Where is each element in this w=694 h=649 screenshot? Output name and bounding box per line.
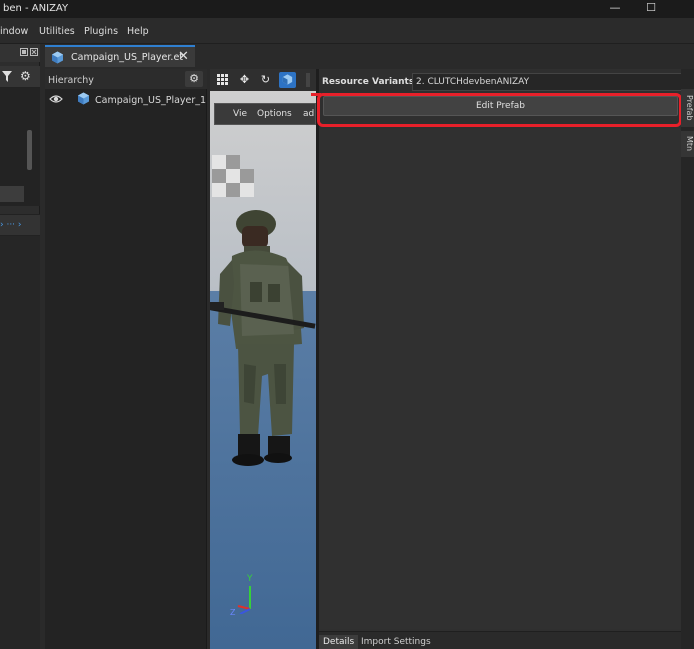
- details-panel: Resource Variants (2) 2. CLUTCHdevbenANI…: [311, 69, 694, 649]
- side-tabs: Prefab Mtn: [681, 69, 694, 649]
- viewport-menu: Vie Options ad: [214, 103, 316, 125]
- resource-variant-value: 2. CLUTCHdevbenANIZAY: [416, 77, 530, 87]
- close-icon[interactable]: [30, 48, 38, 56]
- viewport-toolbar: ✥ ↻: [210, 69, 316, 91]
- float-icon[interactable]: [20, 48, 28, 56]
- object-cube-icon[interactable]: [279, 72, 296, 88]
- annotation-mark: [311, 93, 321, 96]
- viewport-menu-options[interactable]: Options: [257, 109, 292, 119]
- menu-help[interactable]: Help: [127, 26, 149, 37]
- left-panel-header: [0, 44, 40, 62]
- resource-variants-bar: Resource Variants (2) 2. CLUTCHdevbenANI…: [319, 73, 694, 91]
- resource-variant-select[interactable]: 2. CLUTCHdevbenANIZAY: [412, 73, 694, 91]
- window-title: ben - ANIZAY: [3, 3, 69, 14]
- hierarchy-title: Hierarchy: [48, 75, 94, 86]
- hierarchy-panel: Hierarchy ⚙ Campaign_US_Player_1: [45, 69, 207, 649]
- hierarchy-settings-button[interactable]: ⚙: [185, 71, 203, 87]
- details-tabs: Details Import Settings: [319, 631, 681, 649]
- tab-import-settings[interactable]: Import Settings: [357, 635, 435, 649]
- left-panel-content: [0, 236, 40, 649]
- menu-bar: indow Utilities Plugins Help: [0, 18, 694, 44]
- nav-arrows[interactable]: › ··· ›: [0, 220, 22, 230]
- axis-z-label: Z: [230, 608, 236, 617]
- menu-window[interactable]: indow: [0, 26, 28, 37]
- gear-icon: ⚙: [189, 72, 199, 85]
- document-tab-label: Campaign_US_Player.et: [71, 52, 184, 63]
- viewport-menu-load[interactable]: ad: [303, 109, 314, 119]
- side-tab-prefab[interactable]: Prefab: [681, 89, 694, 127]
- left-panel-nav: › ··· ›: [0, 214, 40, 236]
- scrollbar[interactable]: [27, 130, 32, 170]
- rotate-icon[interactable]: ↻: [257, 72, 274, 88]
- viewport[interactable]: ✥ ↻ Vie Options ad Y Z: [210, 69, 316, 649]
- menu-utilities[interactable]: Utilities: [39, 26, 75, 37]
- prefab-cube-icon: [78, 92, 89, 105]
- move-icon[interactable]: ✥: [236, 72, 253, 88]
- left-panel-toolbar: ⚙: [0, 66, 40, 88]
- close-tab-button[interactable]: ✕: [178, 49, 189, 64]
- maximize-button[interactable]: ☐: [641, 1, 661, 15]
- side-tab-mtn[interactable]: Mtn: [681, 131, 694, 157]
- viewport-menu-view[interactable]: Vie: [233, 109, 247, 119]
- title-bar: ben - ANIZAY — ☐: [0, 0, 694, 18]
- tab-details[interactable]: Details: [319, 635, 359, 649]
- left-panel-selection[interactable]: [0, 186, 24, 202]
- minimize-button[interactable]: —: [605, 1, 625, 15]
- grid-icon[interactable]: [214, 72, 231, 88]
- left-panel: ⚙ › ··· ›: [0, 44, 40, 649]
- annotation-highlight: [317, 93, 682, 127]
- hierarchy-item-label: Campaign_US_Player_1: [95, 95, 207, 106]
- prefab-cube-icon: [52, 51, 63, 64]
- hierarchy-item[interactable]: Campaign_US_Player_1: [45, 91, 207, 109]
- hierarchy-header: Hierarchy ⚙: [45, 69, 207, 89]
- soldier-model: [210, 210, 316, 466]
- gear-icon[interactable]: ⚙: [20, 69, 31, 83]
- toolbar-overflow[interactable]: [306, 73, 310, 87]
- menu-plugins[interactable]: Plugins: [84, 26, 118, 37]
- document-tab[interactable]: Campaign_US_Player.et ✕: [45, 45, 195, 67]
- eye-icon[interactable]: [49, 92, 63, 106]
- filter-icon[interactable]: [2, 71, 12, 82]
- axis-y-label: Y: [247, 574, 253, 584]
- details-content: [319, 129, 681, 629]
